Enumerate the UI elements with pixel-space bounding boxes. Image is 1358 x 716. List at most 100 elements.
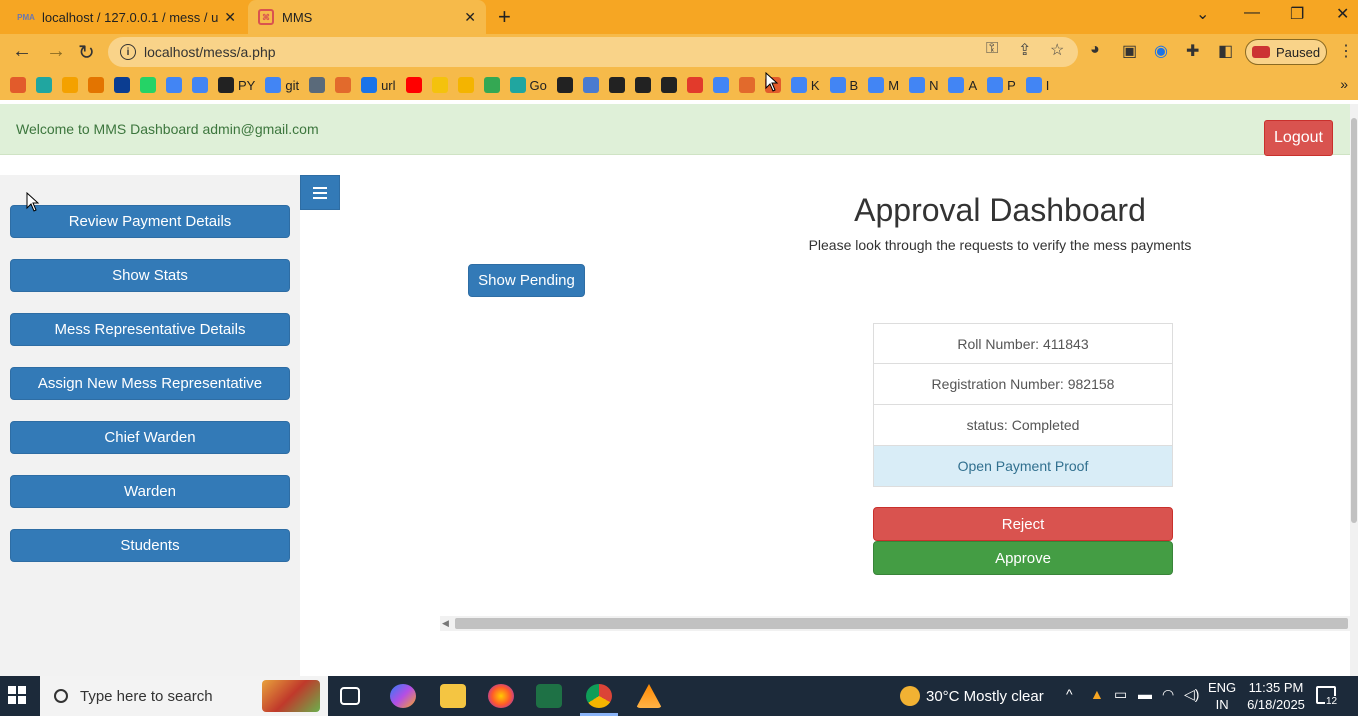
bookmark-item[interactable]: Go xyxy=(509,77,547,93)
show-pending-button[interactable]: Show Pending xyxy=(468,264,585,297)
copilot-icon[interactable] xyxy=(390,684,416,708)
bookmark-item[interactable]: PY xyxy=(218,77,255,93)
bookmark-label: git xyxy=(285,77,300,93)
bookmark-item[interactable]: git xyxy=(265,77,299,93)
menu-toggle-button[interactable] xyxy=(300,175,340,210)
bookmark-item[interactable] xyxy=(309,77,326,93)
task-view-icon[interactable] xyxy=(340,687,360,705)
vlc-icon[interactable] xyxy=(636,684,662,708)
share-icon[interactable]: ⇪ xyxy=(1018,40,1031,60)
volume-icon[interactable]: ◁) xyxy=(1184,686,1199,703)
menu-icon[interactable]: ⋮ xyxy=(1338,41,1354,61)
approve-button[interactable]: Approve xyxy=(873,541,1173,575)
bookmark-item[interactable] xyxy=(166,77,182,93)
bookmark-favicon-icon xyxy=(62,77,78,93)
bookmark-item[interactable] xyxy=(483,77,500,93)
bookmark-item[interactable] xyxy=(608,77,625,93)
bookmark-item[interactable] xyxy=(712,77,729,93)
side-panel-icon[interactable]: ◧ xyxy=(1218,41,1233,61)
weather-icon xyxy=(900,686,920,706)
bookmark-item[interactable] xyxy=(192,77,208,93)
address-bar[interactable]: i localhost/mess/a.php xyxy=(108,37,1078,67)
forward-icon[interactable]: → xyxy=(46,40,66,63)
wifi-icon[interactable]: ◠ xyxy=(1162,686,1174,703)
key-icon[interactable]: ⚿ xyxy=(986,40,998,58)
bookmark-item[interactable] xyxy=(660,77,677,93)
bookmark-item[interactable]: M xyxy=(868,77,899,93)
sidebar-assign-mess-rep-button[interactable]: Assign New Mess Representative xyxy=(10,367,290,400)
profile-paused-button[interactable]: Paused xyxy=(1245,39,1327,65)
avatar xyxy=(1251,46,1270,58)
tab-search-icon[interactable]: ⌄ xyxy=(1196,4,1209,24)
battery-icon[interactable]: ▬ xyxy=(1138,686,1152,702)
close-icon[interactable]: ✕ xyxy=(224,9,236,26)
firefox-icon[interactable] xyxy=(488,684,514,708)
back-icon[interactable]: ← xyxy=(12,40,32,63)
new-tab-icon[interactable]: + xyxy=(498,4,511,30)
chrome-icon[interactable] xyxy=(586,684,612,708)
bookmark-item[interactable]: P xyxy=(987,77,1016,93)
vertical-scrollbar[interactable] xyxy=(1350,104,1358,676)
restore-icon[interactable]: ❐ xyxy=(1290,4,1304,24)
extension-icon[interactable]: ▣ xyxy=(1122,41,1137,61)
bookmark-item[interactable] xyxy=(62,77,78,93)
vlc-tray-icon[interactable]: ▲ xyxy=(1090,686,1104,702)
panda-extension-icon[interactable]: ◕ xyxy=(1090,41,1100,59)
bookmark-item[interactable] xyxy=(114,77,130,93)
bookmark-item[interactable]: url xyxy=(361,77,396,93)
bookmark-item[interactable]: I xyxy=(1025,77,1049,93)
bookmark-item[interactable]: K xyxy=(790,77,820,93)
bookmark-item[interactable] xyxy=(738,77,755,93)
reload-icon[interactable]: ↻ xyxy=(78,40,95,65)
sidebar-warden-button[interactable]: Warden xyxy=(10,475,290,508)
bookmark-item[interactable] xyxy=(140,77,156,93)
bookmark-favicon-icon xyxy=(361,77,378,93)
bookmark-item[interactable] xyxy=(10,77,26,93)
bookmark-item[interactable] xyxy=(405,77,422,93)
horizontal-scrollbar[interactable]: ◀ xyxy=(440,616,1350,631)
puzzle-icon[interactable]: ✚ xyxy=(1186,41,1199,61)
sidebar-show-stats-button[interactable]: Show Stats xyxy=(10,259,290,292)
bookmark-item[interactable] xyxy=(634,77,651,93)
bookmark-item[interactable]: N xyxy=(909,77,938,93)
sidebar-mess-rep-details-button[interactable]: Mess Representative Details xyxy=(10,313,290,346)
file-explorer-icon[interactable] xyxy=(440,684,466,708)
bookmark-item[interactable] xyxy=(335,77,352,93)
browser-toolbar: ← → ↻ i localhost/mess/a.php ⚿ ⇪ ☆ ◕ ▣ ◉… xyxy=(0,34,1358,70)
tab-phpmyadmin[interactable]: PMA localhost / 127.0.0.1 / mess / use ✕ xyxy=(8,0,246,34)
info-icon[interactable]: i xyxy=(120,44,136,60)
logout-button[interactable]: Logout xyxy=(1264,120,1333,156)
bookmark-item[interactable] xyxy=(88,77,104,93)
sidebar-students-button[interactable]: Students xyxy=(10,529,290,562)
weather-widget[interactable]: 30°C Mostly clear xyxy=(900,686,1044,706)
chevron-right-icon[interactable]: » xyxy=(1340,76,1348,92)
bookmark-item[interactable] xyxy=(36,77,52,93)
excel-icon[interactable] xyxy=(536,684,562,708)
sidebar-chief-warden-button[interactable]: Chief Warden xyxy=(10,421,290,454)
bookmark-favicon-icon xyxy=(431,77,448,93)
bookmark-item[interactable] xyxy=(582,77,599,93)
bookmark-item[interactable]: B xyxy=(829,77,858,93)
windows-start-icon[interactable] xyxy=(8,686,26,704)
open-payment-proof-link[interactable]: Open Payment Proof xyxy=(873,446,1173,487)
clock[interactable]: 11:35 PM 6/18/2025 xyxy=(1246,679,1306,713)
bookmark-item[interactable] xyxy=(556,77,573,93)
chevron-up-icon[interactable]: ^ xyxy=(1066,686,1073,702)
language-indicator[interactable]: ENG IN xyxy=(1208,679,1236,713)
sidebar-review-payment-button[interactable]: Review Payment Details xyxy=(10,205,290,238)
scroll-left-icon[interactable]: ◀ xyxy=(442,616,449,631)
bookmark-item[interactable] xyxy=(431,77,448,93)
meet-icon[interactable]: ▭ xyxy=(1114,686,1127,703)
minimize-icon[interactable]: — xyxy=(1244,4,1260,22)
close-window-icon[interactable]: ✕ xyxy=(1336,4,1349,24)
bookmark-item[interactable] xyxy=(457,77,474,93)
bookmark-item[interactable]: A xyxy=(948,77,977,93)
tab-mms[interactable]: ⌘ MMS ✕ xyxy=(248,0,486,34)
close-icon[interactable]: ✕ xyxy=(464,9,476,26)
amazon-extension-icon[interactable]: ◉ xyxy=(1154,41,1168,61)
bookmark-favicon-icon xyxy=(987,77,1004,93)
bookmark-item[interactable] xyxy=(686,77,703,93)
star-icon[interactable]: ☆ xyxy=(1050,40,1064,60)
bookmark-label: PY xyxy=(238,77,256,93)
reject-button[interactable]: Reject xyxy=(873,507,1173,541)
